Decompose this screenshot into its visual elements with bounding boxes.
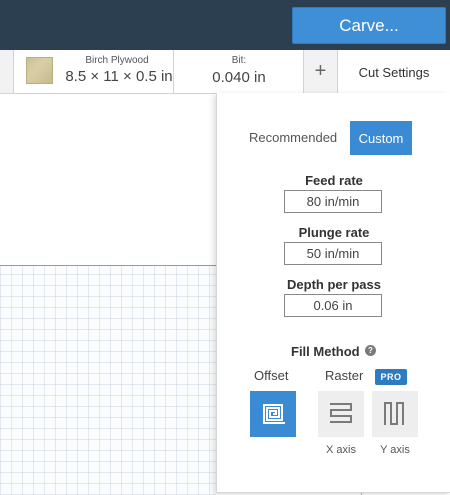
raster-x-button[interactable] bbox=[318, 391, 364, 437]
offset-spiral-icon bbox=[263, 404, 285, 424]
canvas-grid[interactable] bbox=[0, 266, 216, 495]
help-icon[interactable]: ? bbox=[365, 345, 376, 356]
recommended-toggle[interactable]: Recommended bbox=[249, 130, 337, 145]
raster-y-icon bbox=[384, 402, 404, 425]
cut-settings-tab[interactable]: Cut Settings bbox=[338, 50, 450, 94]
plunge-rate-input[interactable]: 50 in/min bbox=[284, 242, 382, 265]
raster-label: Raster bbox=[325, 368, 364, 383]
material-selector[interactable]: Birch Plywood 8.5 × 11 × 0.5 in bbox=[14, 50, 174, 93]
toolbar: Birch Plywood 8.5 × 11 × 0.5 in Bit: 0.0… bbox=[0, 50, 450, 94]
y-axis-label: Y axis bbox=[380, 444, 410, 456]
pro-badge: PRO bbox=[375, 369, 407, 385]
bit-selector[interactable]: Bit: 0.040 in bbox=[174, 50, 304, 93]
custom-toggle[interactable]: Custom bbox=[350, 121, 412, 155]
material-name: Birch Plywood bbox=[85, 55, 149, 66]
feed-rate-input[interactable]: 80 in/min bbox=[284, 190, 382, 213]
plunge-rate-label: Plunge rate bbox=[298, 225, 370, 240]
offset-fill-button[interactable] bbox=[250, 391, 296, 437]
depth-per-pass-label: Depth per pass bbox=[287, 277, 381, 292]
raster-y-button[interactable] bbox=[372, 391, 418, 437]
add-bit-button[interactable]: + bbox=[304, 50, 338, 93]
material-dimensions: 8.5 × 11 × 0.5 in bbox=[65, 68, 173, 85]
offset-label: Offset bbox=[254, 368, 289, 383]
toolbar-left-stub[interactable] bbox=[0, 50, 14, 93]
x-axis-label: X axis bbox=[326, 444, 356, 456]
material-swatch bbox=[26, 57, 53, 84]
depth-per-pass-input[interactable]: 0.06 in bbox=[284, 294, 382, 317]
bit-label: Bit: bbox=[231, 55, 247, 66]
cut-settings-panel: Recommended Custom Feed rate 80 in/min P… bbox=[216, 93, 450, 493]
carve-button[interactable]: Carve... bbox=[292, 7, 446, 44]
feed-rate-label: Feed rate bbox=[305, 173, 363, 188]
top-bar: Carve... bbox=[0, 0, 450, 50]
fill-method-label: Fill Method bbox=[291, 344, 360, 359]
raster-x-icon bbox=[330, 403, 352, 423]
bit-value: 0.040 in bbox=[212, 69, 266, 86]
